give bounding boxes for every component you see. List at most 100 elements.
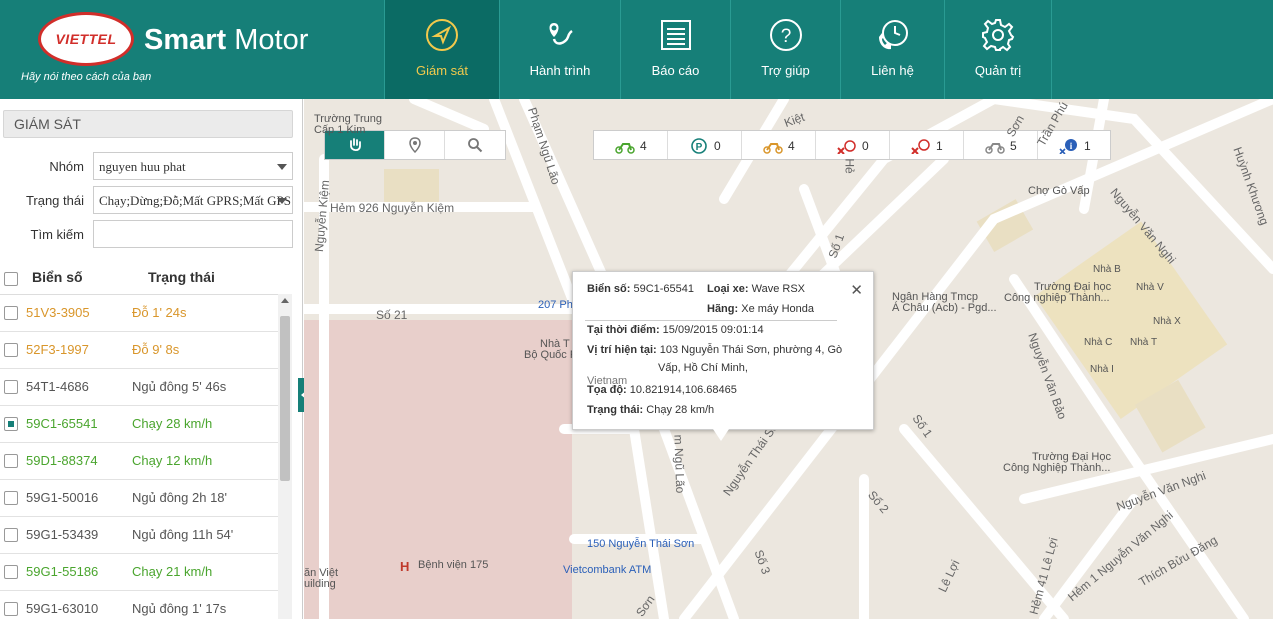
group-select[interactable]: nguyen huu phat — [93, 152, 293, 180]
poi-label: Nhà T — [1130, 337, 1158, 348]
status-counter[interactable]: 0 — [816, 131, 890, 159]
street-label: Số 21 — [376, 308, 408, 322]
row-checkbox[interactable] — [4, 491, 18, 505]
street-label: Hẻm 926 Nguyễn Kiệm — [330, 201, 455, 215]
vehicle-plate: 59G1-53439 — [26, 527, 99, 542]
poi-label: Bệnh viện 175 — [418, 559, 489, 571]
row-checkbox[interactable] — [4, 565, 18, 579]
info-icon: i — [1059, 139, 1077, 154]
brand-light: Motor — [226, 24, 309, 56]
vehicle-row[interactable]: 51V3-3905 Đỗ 1' 24s — [0, 295, 278, 332]
row-checkbox[interactable] — [4, 417, 18, 431]
status-select[interactable]: Chạy;Dừng;Đỗ;Mất GPRS;Mất GPS — [93, 186, 293, 214]
search-input[interactable] — [93, 220, 293, 248]
nav-label: Hành trình — [529, 63, 591, 78]
no-gps-icon — [911, 139, 930, 154]
brand-label: Hãng: — [707, 303, 739, 315]
nav-quan-tri[interactable]: Quản trị — [944, 0, 1052, 99]
vehicle-row[interactable]: 59G1-55186 Chạy 21 km/h — [0, 554, 278, 591]
scroll-thumb[interactable] — [280, 316, 290, 481]
vehicle-row[interactable]: 52F3-1997 Đỗ 9' 8s — [0, 332, 278, 369]
popup-tail — [713, 429, 729, 441]
search-icon — [468, 138, 483, 153]
parking-icon: P — [691, 138, 707, 154]
vehicle-row[interactable]: 59G1-63010 Ngủ đông 1' 17s — [0, 591, 278, 619]
route-icon — [549, 23, 573, 45]
poi-label: 150 Nguyễn Thái Sơn — [587, 538, 695, 550]
brand-value: Xe máy Honda — [741, 303, 814, 315]
vehicle-row[interactable]: 59D1-88374 Chạy 12 km/h — [0, 443, 278, 480]
poi-label: Công Nghiệp Thành... — [1003, 462, 1111, 474]
time-value: 15/09/2015 09:01:14 — [662, 324, 764, 336]
nav-lien-he[interactable]: Liên hệ — [840, 0, 944, 99]
plate-label: Biển số: — [587, 283, 631, 295]
vehicle-row[interactable]: 59G1-53439 Ngủ đông 11h 54' — [0, 517, 278, 554]
status-counter[interactable]: 1 — [890, 131, 964, 159]
status-label: Trạng thái — [25, 193, 84, 208]
poi-label: Á Châu (Acb) - Pgd... — [892, 302, 997, 314]
street-label: m Ngũ Lão — [671, 434, 688, 494]
group-value: nguyen huu phat — [99, 159, 186, 174]
vehicle-status: Ngủ đông 1' 17s — [132, 601, 227, 616]
nav-tro-giup[interactable]: ? Trợ giúp — [730, 0, 840, 99]
status-counter[interactable]: P0 — [668, 131, 742, 159]
nav-label: Liên hệ — [871, 63, 914, 78]
moto-running-icon — [615, 143, 635, 154]
vehicle-row[interactable]: 54T1-4686 Ngủ đông 5' 46s — [0, 369, 278, 406]
moto-stopped-icon — [763, 143, 783, 154]
status-counter[interactable]: 4 — [742, 131, 816, 159]
logo-text: VIETTEL — [55, 31, 117, 47]
status-counter[interactable]: 5 — [964, 131, 1038, 159]
vehicle-plate: 51V3-3905 — [26, 305, 90, 320]
poi-label: Nhà B — [1093, 264, 1121, 275]
row-checkbox[interactable] — [4, 343, 18, 357]
plate-value: 59C1-65541 — [633, 283, 695, 295]
vehicle-status: Ngủ đông 5' 46s — [132, 379, 227, 394]
location-line-1: 103 Nguyễn Thái Sơn, phường 4, Gò — [659, 344, 843, 356]
row-checkbox[interactable] — [4, 602, 18, 616]
close-icon[interactable]: ✕ — [850, 281, 863, 299]
chevron-down-icon — [277, 198, 287, 204]
nav-label: Báo cáo — [651, 63, 700, 78]
vehicle-status: Đỗ 1' 24s — [132, 305, 187, 320]
vehicle-plate: 54T1-4686 — [26, 379, 89, 394]
nav-label: Giám sát — [415, 63, 468, 78]
report-icon — [660, 20, 691, 50]
viettel-logo[interactable]: VIETTEL — [38, 12, 134, 66]
marker-tool-button[interactable] — [385, 131, 445, 159]
counter-value: 0 — [714, 139, 721, 153]
vehicle-row[interactable]: 59G1-50016 Ngủ đông 2h 18' — [0, 480, 278, 517]
moto-no-gprs-icon — [837, 140, 856, 154]
vehicle-status: Ngủ đông 11h 54' — [132, 527, 234, 542]
contact-icon — [878, 20, 908, 50]
poi-label: Nhà I — [1090, 364, 1114, 375]
nav-hanh-trinh[interactable]: Hành trình — [499, 0, 620, 99]
scroll-up-icon[interactable] — [281, 298, 289, 303]
counter-value: 1 — [936, 139, 943, 153]
select-all-checkbox[interactable] — [4, 272, 18, 286]
row-checkbox[interactable] — [4, 454, 18, 468]
nav-bao-cao[interactable]: Báo cáo — [620, 0, 730, 99]
moto-hibernate-icon — [985, 143, 1005, 154]
type-label: Loại xe: — [707, 283, 749, 295]
brand-bold: Smart — [144, 24, 227, 56]
gear-icon — [982, 19, 1015, 52]
app-header: VIETTEL Smart Motor Hãy nói theo cách củ… — [0, 0, 1273, 99]
status-label: Trạng thái: — [587, 404, 644, 416]
poi-label: Công nghiệp Thành... — [1004, 292, 1110, 304]
nav-giam-sat[interactable]: Giám sát — [384, 0, 499, 99]
hospital-icon: H — [400, 559, 410, 574]
list-scrollbar[interactable] — [278, 294, 292, 619]
row-checkbox[interactable] — [4, 306, 18, 320]
row-checkbox[interactable] — [4, 380, 18, 394]
vehicle-plate: 59G1-50016 — [26, 490, 99, 505]
row-checkbox[interactable] — [4, 528, 18, 542]
vehicle-row[interactable]: 59C1-65541 Chạy 28 km/h — [0, 406, 278, 443]
poi-label: Vietcombank ATM — [563, 564, 652, 576]
status-counter[interactable]: 4 — [594, 131, 668, 159]
status-value: Chạy;Dừng;Đỗ;Mất GPRS;Mất GPS — [99, 193, 291, 208]
compass-icon — [426, 19, 458, 51]
location-line-2: Vấp, Hồ Chí Minh, — [658, 362, 748, 374]
search-tool-button[interactable] — [445, 131, 505, 159]
map-view[interactable]: 4P04015i1 Trường Trung Cấp 1 Kim Hẻm 926… — [304, 99, 1273, 619]
